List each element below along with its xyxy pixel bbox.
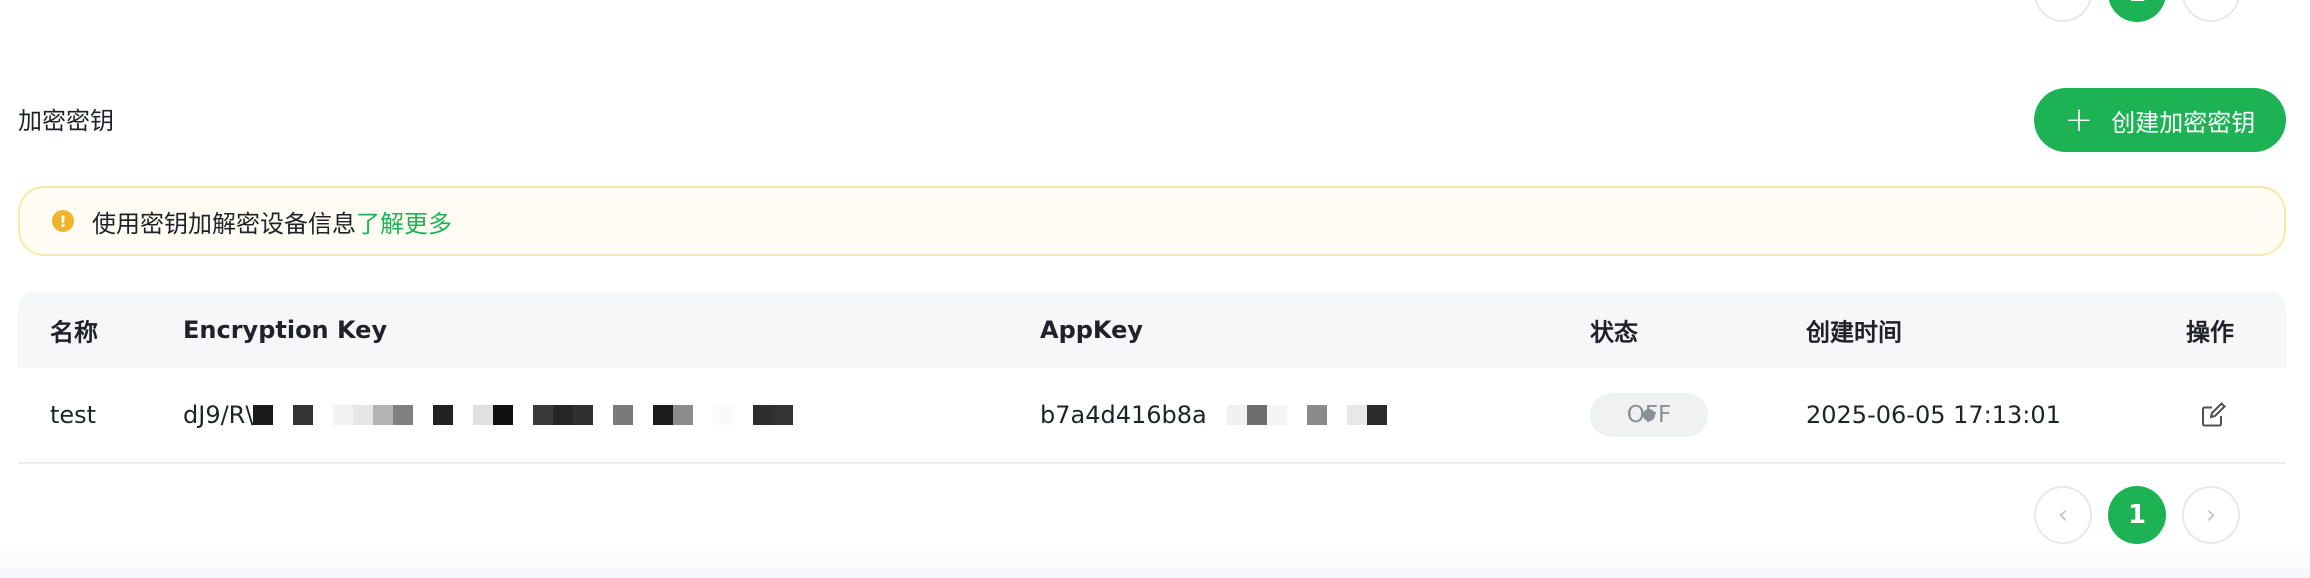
status-text: OFF [1626, 402, 1672, 428]
header-status: 状态 [1590, 318, 1638, 347]
create-encryption-key-button[interactable]: + 创建加密密钥 [2034, 88, 2286, 152]
header-actions: 操作 [2186, 318, 2234, 347]
chevron-left-icon: ‹ [2058, 0, 2068, 8]
next-page-button[interactable]: › [2182, 486, 2240, 544]
page-1-button[interactable]: 1 [2108, 0, 2166, 22]
learn-more-link[interactable]: 了解更多 [356, 204, 452, 239]
cell-status: OFF [1590, 393, 1708, 437]
cell-encryption-key: dJ9/R\ [183, 401, 794, 429]
chevron-right-icon: › [2206, 0, 2216, 8]
table-row: test dJ9/R\ b7a4d416b8a OFF 2025-06-05 1… [18, 368, 2286, 464]
header-created-at: 创建时间 [1806, 318, 1902, 347]
encryption-key-table: 名称 Encryption Key AppKey 状态 创建时间 操作 test… [18, 292, 2286, 464]
top-pagination: ‹ 1 › [2034, 0, 2240, 22]
bottom-pagination: ‹ 1 › [2034, 486, 2240, 544]
status-badge: OFF [1590, 393, 1708, 437]
section-title: 加密密钥 [18, 107, 114, 135]
warning-icon: ! [52, 210, 74, 232]
table-header: 名称 Encryption Key AppKey 状态 创建时间 操作 [18, 292, 2286, 368]
page-1-button[interactable]: 1 [2108, 486, 2166, 544]
notice-text: 使用密钥加解密设备信息 [92, 209, 356, 238]
prev-page-button[interactable]: ‹ [2034, 486, 2092, 544]
chevron-right-icon: › [2205, 500, 2217, 530]
next-page-button[interactable]: › [2182, 0, 2240, 22]
redaction-mask [1226, 404, 1387, 426]
cell-appkey: b7a4d416b8a [1040, 401, 1387, 429]
cell-name: test [50, 401, 97, 429]
info-notice: ! 使用密钥加解密设备信息 了解更多 [18, 186, 2286, 256]
header-encryption-key: Encryption Key [183, 316, 388, 344]
chevron-left-icon: ‹ [2057, 500, 2069, 530]
encryption-key-text: dJ9/R\ [183, 401, 254, 429]
plus-icon: + [2064, 100, 2094, 140]
create-button-label: 创建加密密钥 [2111, 108, 2256, 137]
header-name: 名称 [50, 318, 98, 347]
appkey-text: b7a4d416b8a [1040, 401, 1207, 429]
bottom-fade [0, 548, 2310, 578]
prev-page-button[interactable]: ‹ [2034, 0, 2092, 22]
redaction-mask [253, 404, 794, 426]
header-appkey: AppKey [1040, 316, 1144, 344]
edit-icon[interactable] [2200, 402, 2226, 428]
cell-created-at: 2025-06-05 17:13:01 [1806, 401, 2061, 429]
